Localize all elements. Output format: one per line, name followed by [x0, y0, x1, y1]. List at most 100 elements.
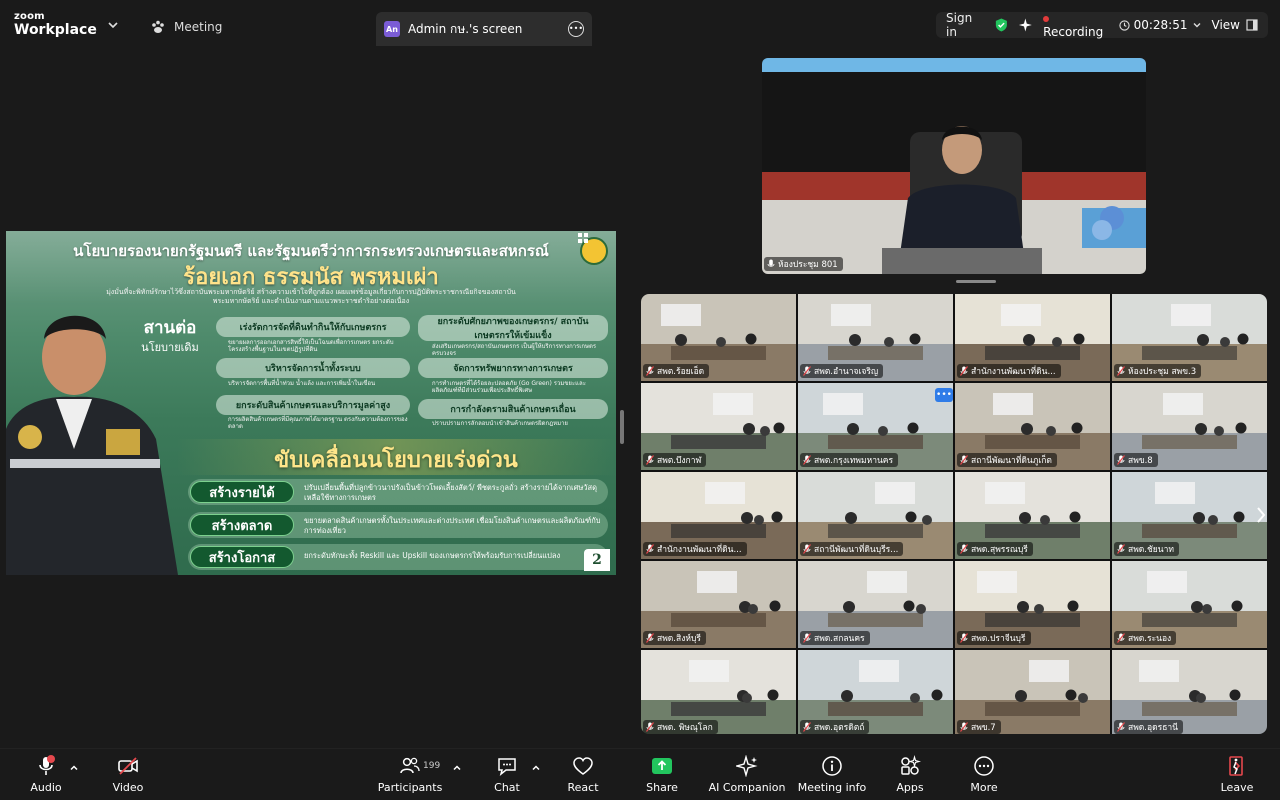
- video-button[interactable]: Video: [104, 755, 152, 799]
- participant-name: สพข.8: [1128, 456, 1153, 466]
- policy-pill-5-desc: การทำเกษตรที่ได้ร้อยละปลอดภัย (Go Green)…: [432, 380, 586, 395]
- participant-name: สพด.ชัยนาท: [1128, 545, 1174, 555]
- participant-name: สถานีพัฒนาที่ดินภูเก็ต: [971, 456, 1052, 466]
- participant-tile[interactable]: สพด.สิงห์บุรี: [641, 561, 796, 648]
- participant-name-tag: สพด.ชัยนาท: [1114, 542, 1179, 556]
- mic-muted-icon: [646, 633, 654, 643]
- policy-pill-4: ยกระดับศักยภาพของเกษตรกร/ สถาบันเกษตรกรใ…: [418, 315, 608, 341]
- participant-name: สพด.ระนอง: [1128, 634, 1172, 644]
- participant-name: สพต.กรุงเทพมหานคร: [814, 456, 894, 466]
- participant-tile[interactable]: สพด.ปราจีนบุรี: [955, 561, 1110, 648]
- mic-muted-icon: [960, 722, 968, 732]
- participant-name: สำนักงานพัฒนาที่ดิน...: [971, 367, 1056, 377]
- mic-muted-icon: [960, 366, 968, 376]
- more-button[interactable]: More: [964, 755, 1004, 799]
- participant-name: สพด. พิษณุโลก: [657, 723, 713, 733]
- participant-tile[interactable]: สำนักงานพัฒนาที่ดิน...: [955, 294, 1110, 381]
- share-button[interactable]: Share: [642, 755, 682, 799]
- chat-icon: [498, 758, 516, 776]
- chevron-down-icon[interactable]: [106, 18, 120, 32]
- mic-muted-icon: [960, 544, 968, 554]
- avatar-badge: An: [384, 21, 400, 37]
- chat-options-caret-icon[interactable]: [531, 763, 541, 773]
- leave-label: Leave: [1220, 781, 1254, 794]
- gallery-next-page-icon[interactable]: [1254, 504, 1268, 526]
- audio-options-caret-icon[interactable]: [69, 763, 79, 773]
- participant-name-tag: สพด.อุดรธานี: [1114, 720, 1183, 734]
- tile-more-options-icon[interactable]: •••: [935, 388, 953, 402]
- recording-dot-icon: [1043, 16, 1050, 22]
- mic-muted-icon: [646, 544, 654, 554]
- mic-muted-icon: [960, 455, 968, 465]
- participant-name-tag: สพด.ปราจีนบุรี: [957, 631, 1031, 645]
- speaker-name-tag: ห้องประชุม 801: [764, 257, 843, 271]
- active-speaker-video[interactable]: ห้องประชุม 801: [762, 58, 1146, 274]
- mic-muted-icon: [1117, 455, 1125, 465]
- participant-name-tag: สพด.สกลนคร: [800, 631, 870, 645]
- sparkle-icon[interactable]: [1018, 17, 1033, 33]
- policy-pill-6-desc: ปราบปรามการลักลอบนำเข้าสินค้าเกษตรผิดกฎห…: [432, 420, 568, 427]
- ai-companion-button[interactable]: AI Companion: [709, 755, 785, 799]
- participant-tile[interactable]: สถานีพัฒนาที่ดินภูเก็ต: [955, 383, 1110, 470]
- split-divider-handle[interactable]: [620, 410, 624, 444]
- mic-muted-icon: [1117, 722, 1125, 732]
- participant-tile[interactable]: สพด.อุตรดิตถ์: [798, 650, 953, 734]
- participant-tile[interactable]: สพต.บึงกาฬ: [641, 383, 796, 470]
- participant-name-tag: สพด.ระนอง: [1114, 631, 1177, 645]
- participant-tile[interactable]: สพด. พิษณุโลก: [641, 650, 796, 734]
- meeting-tab[interactable]: Meeting: [150, 16, 222, 38]
- participant-tile[interactable]: สพด.สกลนคร: [798, 561, 953, 648]
- mic-muted-icon: [960, 633, 968, 643]
- participants-options-caret-icon[interactable]: [452, 763, 462, 773]
- participant-tile[interactable]: สพด.ระนอง: [1112, 561, 1267, 648]
- expand-icon[interactable]: [578, 233, 588, 243]
- timer-value: 00:28:51: [1133, 18, 1188, 32]
- recording-label: Recording: [1043, 25, 1104, 39]
- meeting-timer[interactable]: 00:28:51: [1118, 18, 1202, 32]
- policy-pill-3: ยกระดับสินค้าเกษตรและบริการมูลค่าสูง: [216, 395, 410, 415]
- apps-button[interactable]: Apps: [890, 755, 930, 799]
- participant-name: สพด.อุตรดิตถ์: [814, 723, 865, 733]
- participant-name: สพด.สุพรรณบุรี: [971, 545, 1028, 555]
- paw-icon: [152, 20, 164, 33]
- speaker-name: ห้องประชุม 801: [778, 260, 838, 270]
- urgent-policy-heading: ขับเคลื่อนนโยบายเร่งด่วน: [274, 448, 518, 473]
- participant-name-tag: สถานีพัฒนาที่ดินบุรีร...: [800, 542, 904, 556]
- sign-in-button[interactable]: Sign in: [946, 11, 984, 39]
- participant-tile[interactable]: สพต.อำนาจเจริญ: [798, 294, 953, 381]
- participant-tile[interactable]: ห้องประชุม สพข.3: [1112, 294, 1267, 381]
- view-button[interactable]: View: [1212, 18, 1258, 32]
- participant-tile[interactable]: สพด.สุพรรณบุรี: [955, 472, 1110, 559]
- participant-name: ห้องประชุม สพข.3: [1128, 367, 1197, 377]
- participant-tile[interactable]: สำนักงานพัฒนาที่ดิน...: [641, 472, 796, 559]
- participant-tile[interactable]: สพด.อุดรธานี: [1112, 650, 1267, 734]
- action-2-label: สร้างตลาด: [190, 514, 294, 536]
- mic-muted-icon: [803, 544, 811, 554]
- participant-name-tag: สถานีพัฒนาที่ดินภูเก็ต: [957, 453, 1057, 467]
- leave-button[interactable]: Leave: [1217, 755, 1257, 799]
- speaker-resize-handle[interactable]: [956, 280, 996, 283]
- participant-tile[interactable]: สพต.ร้อยเอ็ด: [641, 294, 796, 381]
- slide-page-number: 2: [584, 549, 610, 571]
- audio-label: Audio: [30, 781, 62, 794]
- more-options-icon[interactable]: •••: [568, 21, 584, 37]
- participant-tile[interactable]: สถานีพัฒนาที่ดินบุรีร...: [798, 472, 953, 559]
- chat-button[interactable]: Chat: [487, 755, 527, 799]
- meeting-info-label: Meeting info: [797, 781, 867, 794]
- mic-muted-icon: [1117, 633, 1125, 643]
- participant-tile[interactable]: สพข.7: [955, 650, 1110, 734]
- participant-tile[interactable]: สพต.กรุงเทพมหานคร: [798, 383, 953, 470]
- meeting-label: Meeting: [174, 20, 223, 34]
- meeting-info-button[interactable]: Meeting info: [797, 755, 867, 799]
- policy-pill-1-desc: ขยายผลการออกเอกสารสิทธิ์ให้เป็นโฉนดเพื่อ…: [228, 339, 394, 354]
- audio-button[interactable]: Audio: [22, 755, 70, 799]
- mic-muted-icon: [1117, 544, 1125, 554]
- react-button[interactable]: React: [563, 755, 603, 799]
- info-icon: [822, 756, 842, 776]
- participant-tile[interactable]: สพข.8: [1112, 383, 1267, 470]
- recording-indicator[interactable]: Recording: [1043, 11, 1108, 39]
- shield-check-icon[interactable]: [994, 17, 1009, 33]
- video-off-icon: [118, 757, 138, 775]
- participant-tile[interactable]: สพด.ชัยนาท: [1112, 472, 1267, 559]
- shared-screen-tab[interactable]: An Admin กษ.'s screen •••: [376, 12, 592, 46]
